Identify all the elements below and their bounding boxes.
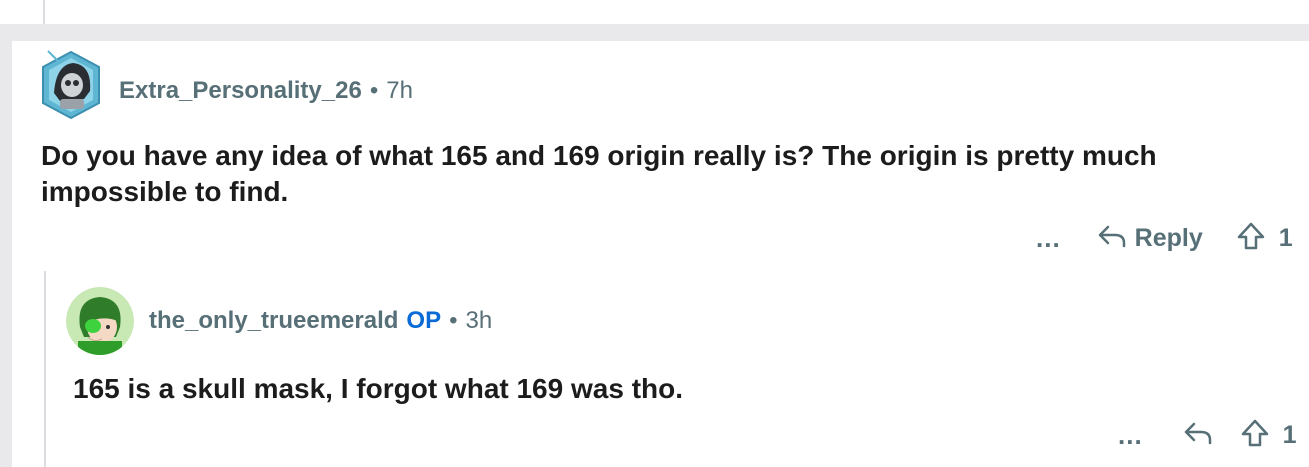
comment-meta: the_only_trueemerald OP • 3h bbox=[149, 307, 492, 335]
thread-line[interactable] bbox=[44, 271, 46, 467]
timestamp[interactable]: 3h bbox=[466, 307, 493, 334]
comment-body: Do you have any idea of what 165 and 169… bbox=[41, 140, 1157, 207]
op-badge: OP bbox=[406, 307, 442, 334]
upvote-icon[interactable] bbox=[1237, 222, 1265, 255]
more-options-button[interactable]: ... bbox=[1118, 422, 1143, 448]
more-options-button[interactable]: ... bbox=[1036, 225, 1061, 251]
comment-actions: ... Reply 1 bbox=[1036, 222, 1293, 254]
avatar[interactable] bbox=[66, 287, 134, 355]
upvote-control: 1 bbox=[1237, 222, 1293, 255]
reply-label: Reply bbox=[1134, 223, 1203, 252]
comment-meta: Extra_Personality_26 • 7h bbox=[119, 77, 413, 105]
reply-icon bbox=[1183, 421, 1213, 450]
separator: • bbox=[449, 307, 458, 334]
timestamp[interactable]: 7h bbox=[386, 77, 413, 104]
vote-count: 1 bbox=[1278, 223, 1293, 252]
thread-line bbox=[43, 0, 45, 24]
username[interactable]: Extra_Personality_26 bbox=[119, 77, 362, 104]
previous-comment-card bbox=[0, 0, 1309, 24]
comment-actions: ... 1 bbox=[1118, 419, 1297, 451]
reply-button[interactable]: Reply bbox=[1097, 224, 1203, 253]
upvote-control: 1 bbox=[1241, 419, 1297, 452]
reply-icon bbox=[1097, 224, 1127, 253]
separator: • bbox=[369, 77, 379, 104]
avatar[interactable] bbox=[40, 49, 102, 121]
reply-button[interactable] bbox=[1183, 421, 1213, 450]
username[interactable]: the_only_trueemerald bbox=[149, 307, 398, 334]
comment-card: Extra_Personality_26 • 7h Do you have any … bbox=[12, 41, 1309, 467]
comment-body: 165 is a skull mask, I forgot what 169 w… bbox=[73, 373, 683, 404]
vote-count: 1 bbox=[1282, 420, 1297, 449]
upvote-icon[interactable] bbox=[1241, 419, 1269, 452]
